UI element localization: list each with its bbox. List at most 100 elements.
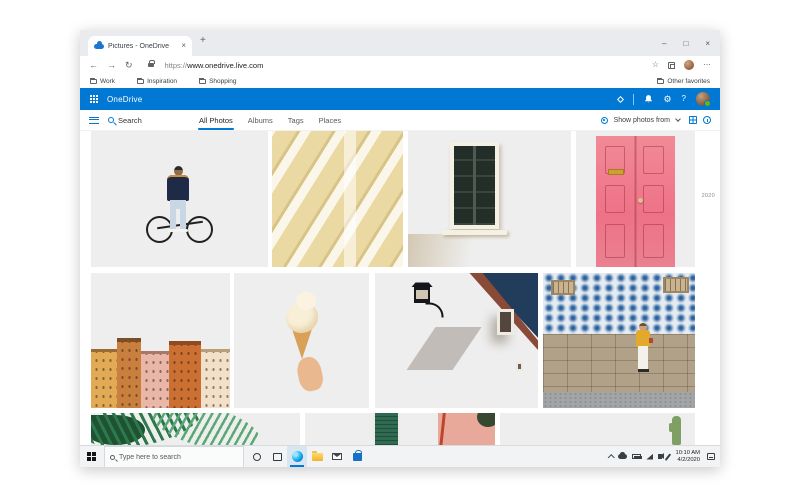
thumbnail-size-icon[interactable] [689, 116, 697, 124]
task-view-icon [273, 453, 282, 461]
art-shape [669, 423, 673, 432]
photo-source-icon [601, 117, 608, 124]
photo-azulejo-wall-woman[interactable] [543, 273, 695, 408]
art-shape [543, 334, 695, 392]
photo-pink-door[interactable] [576, 131, 695, 267]
tab-places[interactable]: Places [318, 110, 343, 130]
clock-time: 10:10 AM [676, 450, 701, 457]
start-button[interactable] [87, 452, 96, 461]
search-icon [108, 117, 114, 123]
art-shape [426, 303, 444, 318]
account-avatar[interactable] [696, 92, 710, 106]
file-explorer-button[interactable] [307, 446, 327, 467]
chevron-down-icon[interactable] [675, 116, 681, 122]
art-shape [596, 136, 675, 267]
taskbar-search[interactable] [104, 446, 244, 467]
art-shape [148, 413, 264, 445]
photo-ice-cream-cone[interactable] [234, 273, 369, 408]
store-icon [353, 453, 362, 461]
cortana-icon [253, 453, 261, 461]
bookmark-other-favorites[interactable]: Other favorites [657, 78, 710, 85]
tab-all-photos[interactable]: All Photos [198, 110, 234, 130]
mail-button[interactable] [327, 446, 347, 467]
collections-icon[interactable] [668, 62, 675, 69]
show-photos-from-label[interactable]: Show photos from [614, 117, 670, 124]
lock-icon [148, 63, 154, 68]
cortana-button[interactable] [247, 446, 267, 467]
bookmark-work[interactable]: Work [90, 78, 115, 85]
bookmark-label: Shopping [209, 78, 236, 85]
clock-date: 4/2/2020 [676, 457, 701, 464]
forward-icon[interactable]: → [107, 61, 116, 70]
browser-menu-icon[interactable]: ⋯ [703, 61, 711, 69]
battery-icon[interactable] [632, 454, 641, 459]
photo-yellow-balconies[interactable] [272, 131, 403, 267]
photo-street-green-shutters[interactable] [305, 413, 495, 445]
premium-diamond-icon[interactable] [617, 95, 624, 102]
photo-boy-with-bicycle[interactable] [91, 131, 268, 267]
folder-icon [137, 79, 144, 84]
new-tab-button[interactable]: + [200, 35, 206, 46]
app-launcher-icon[interactable] [90, 95, 98, 103]
onedrive-app-name[interactable]: OneDrive [107, 95, 142, 104]
onedrive-toolbar: All Photos Albums Tags Places Show photo… [80, 110, 720, 131]
photo-yellow-wall-window[interactable] [408, 131, 571, 267]
bookmarks-bar: Work Inspiration Shopping Other favorite… [80, 74, 720, 88]
file-explorer-icon [312, 453, 323, 461]
edge-icon [292, 451, 303, 462]
address-url[interactable]: https://www.onedrive.live.com [165, 61, 264, 70]
favorites-star-icon[interactable]: ☆ [652, 61, 659, 69]
art-shape [344, 131, 356, 267]
art-shape [643, 185, 663, 214]
bookmark-label: Other favorites [667, 78, 710, 85]
bookmark-shopping[interactable]: Shopping [199, 78, 236, 85]
photo-grid: 2020 [80, 131, 720, 445]
tab-close-icon[interactable]: × [181, 42, 186, 50]
network-icon[interactable] [646, 454, 653, 460]
taskbar-search-input[interactable] [119, 454, 219, 461]
help-icon[interactable]: ? [682, 95, 686, 103]
info-icon[interactable] [703, 116, 711, 124]
bookmark-inspiration[interactable]: Inspiration [137, 78, 177, 85]
tab-tags[interactable]: Tags [287, 110, 305, 130]
photo-street-lantern[interactable] [375, 273, 538, 408]
bookmark-label: Inspiration [147, 78, 177, 85]
art-shape [643, 224, 663, 258]
tab-albums[interactable]: Albums [247, 110, 274, 130]
photo-mint-water-cactus[interactable] [500, 413, 695, 445]
back-icon[interactable]: ← [89, 61, 98, 70]
art-shape [638, 198, 643, 203]
art-shape [408, 234, 498, 267]
art-shape [296, 292, 316, 310]
browser-tab-pictures-onedrive[interactable]: Pictures - OneDrive × [88, 36, 192, 56]
search-icon [110, 455, 115, 460]
edge-taskbar-button[interactable] [287, 446, 307, 467]
refresh-icon[interactable]: ↻ [125, 61, 133, 70]
task-view-button[interactable] [267, 446, 287, 467]
art-shape [294, 355, 325, 393]
settings-gear-icon[interactable]: ⚙ [663, 95, 671, 104]
art-shape [649, 338, 653, 343]
tray-expand-icon[interactable] [608, 454, 614, 460]
close-button[interactable]: × [705, 39, 710, 48]
browser-profile-avatar[interactable] [684, 60, 694, 70]
minimize-button[interactable]: – [662, 39, 666, 48]
menu-icon[interactable] [89, 117, 99, 124]
photo-palm-leaves[interactable] [91, 413, 300, 445]
notifications-bell-icon[interactable] [644, 94, 653, 104]
volume-icon[interactable] [658, 454, 662, 459]
bookmark-label: Work [100, 78, 115, 85]
photo-colorful-town-houses[interactable] [91, 273, 230, 408]
taskbar-clock[interactable]: 10:10 AM 4/2/2020 [676, 450, 701, 463]
art-shape [167, 175, 189, 201]
action-center-icon[interactable] [707, 453, 715, 460]
maximize-button[interactable]: □ [683, 39, 688, 48]
pen-icon[interactable] [665, 453, 671, 460]
search-input[interactable] [118, 116, 173, 125]
art-shape [636, 330, 650, 347]
onedrive-tray-icon[interactable] [618, 454, 627, 459]
browser-tab-strip: Pictures - OneDrive × + – □ × [80, 30, 720, 56]
art-shape [373, 413, 400, 445]
store-button[interactable] [347, 446, 367, 467]
taskbar: 10:10 AM 4/2/2020 [80, 445, 720, 467]
